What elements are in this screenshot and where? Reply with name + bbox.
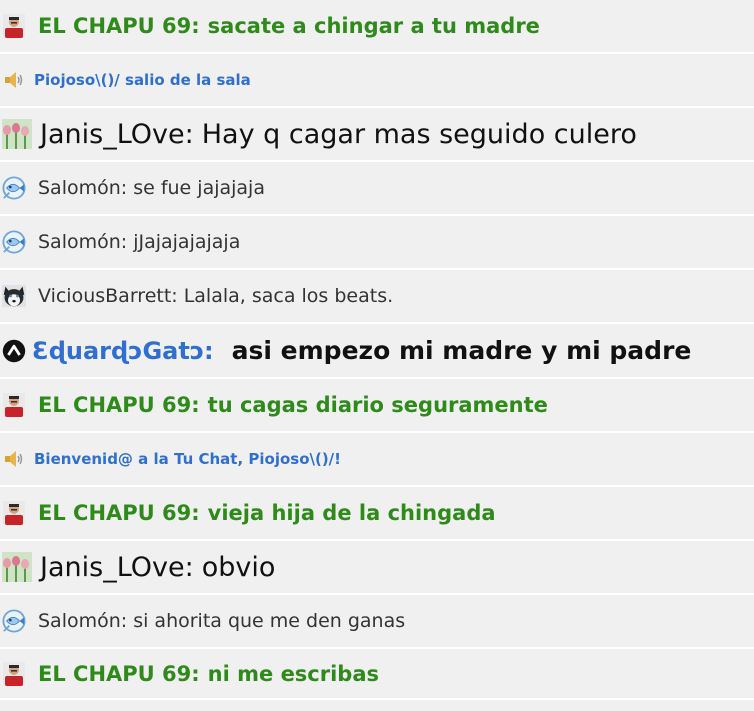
name-separator: : — [171, 285, 178, 307]
message-text: jJajajajajaja — [133, 231, 241, 253]
chat-message: EL CHAPU 69: tu cagas diario seguramente — [0, 379, 754, 433]
username-janis-love[interactable]: Janis_LOve — [40, 119, 185, 150]
name-separator: : — [120, 610, 128, 632]
name-separator: : — [120, 177, 128, 199]
name-separator: : — [184, 551, 194, 583]
name-separator: : — [191, 661, 200, 686]
username-el-chapu-69[interactable]: EL CHAPU 69 — [38, 14, 191, 38]
username-salom-n[interactable]: Salomón — [38, 177, 121, 199]
chat-message: EL CHAPU 69: ni me escribas — [0, 649, 754, 700]
name-separator: : — [120, 231, 128, 253]
chat-message: Salomón: jJajajajajaja — [0, 216, 754, 270]
chat-message: Salomón: si ahorita que me den ganas — [0, 595, 754, 649]
name-separator: : — [191, 501, 200, 525]
chat-message: ƐɖuarɖɔGatɔ: asi empezo mi madre y mi pad… — [0, 324, 754, 379]
message-text: Hay q cagar mas seguido culero — [201, 118, 637, 150]
username-janis-love[interactable]: Janis_LOve — [40, 552, 185, 583]
message-text: sacate a chingar a tu madre — [207, 14, 540, 38]
speaker-icon — [2, 447, 26, 471]
name-separator: : — [191, 393, 200, 417]
system-message: Piojoso\()/ salio de la sala — [0, 54, 754, 108]
message-text: se fue jajajaja — [133, 177, 265, 199]
chat-message: Janis_LOve: Hay q cagar mas seguido culer… — [0, 108, 754, 162]
arrow-up-circle-icon[interactable] — [2, 339, 26, 363]
message-text: vieja hija de la chingada — [207, 501, 496, 525]
message-text: obvio — [201, 551, 276, 583]
fish-avatar-icon[interactable] — [2, 609, 26, 633]
username-uar-gat[interactable]: ƐɖuarɖɔGatɔ — [32, 337, 204, 365]
username-salom-n[interactable]: Salomón — [38, 610, 121, 632]
name-separator: : — [191, 14, 200, 38]
user-avatar-red-shirt-icon[interactable] — [2, 661, 26, 686]
chat-message: ViciousBarrett: Lalala, saca los beats. — [0, 270, 754, 324]
system-message: Bienvenid@ a la Tu Chat, Piojoso\()/! — [0, 433, 754, 487]
message-text: Bienvenid@ a la Tu Chat, Piojoso\()/! — [34, 450, 342, 468]
message-text: asi empezo mi madre y mi padre — [231, 336, 692, 365]
chat-message: Janis_LOve: obvio — [0, 541, 754, 595]
name-separator: : — [204, 336, 214, 365]
chat-message: EL CHAPU 69: sacate a chingar a tu madre — [0, 0, 754, 54]
message-text: Lalala, saca los beats. — [183, 285, 394, 307]
name-separator: : — [184, 118, 194, 150]
username-salom-n[interactable]: Salomón — [38, 231, 121, 253]
chat-message: Salomón: se fue jajajaja — [0, 162, 754, 216]
user-avatar-red-shirt-icon[interactable] — [2, 14, 26, 38]
username-el-chapu-69[interactable]: EL CHAPU 69 — [38, 662, 191, 686]
user-avatar-red-shirt-icon[interactable] — [2, 501, 26, 525]
chat-log: EL CHAPU 69: sacate a chingar a tu madre … — [0, 0, 754, 700]
user-avatar-red-shirt-icon[interactable] — [2, 393, 26, 417]
message-text: Piojoso\()/ salio de la sala — [34, 71, 251, 89]
fish-avatar-icon[interactable] — [2, 230, 26, 254]
chat-message: EL CHAPU 69: vieja hija de la chingada — [0, 487, 754, 541]
message-text: ni me escribas — [207, 661, 380, 686]
fish-avatar-icon[interactable] — [2, 176, 26, 200]
tulips-avatar-icon[interactable] — [2, 119, 32, 149]
username-el-chapu-69[interactable]: EL CHAPU 69 — [38, 393, 191, 417]
speaker-icon — [2, 68, 26, 92]
message-text: si ahorita que me den ganas — [133, 610, 406, 632]
husky-avatar-icon[interactable] — [2, 284, 26, 308]
username-el-chapu-69[interactable]: EL CHAPU 69 — [38, 501, 191, 525]
message-text: tu cagas diario seguramente — [207, 393, 548, 417]
tulips-avatar-icon[interactable] — [2, 552, 32, 582]
username-viciousbarrett[interactable]: ViciousBarrett — [38, 285, 171, 307]
